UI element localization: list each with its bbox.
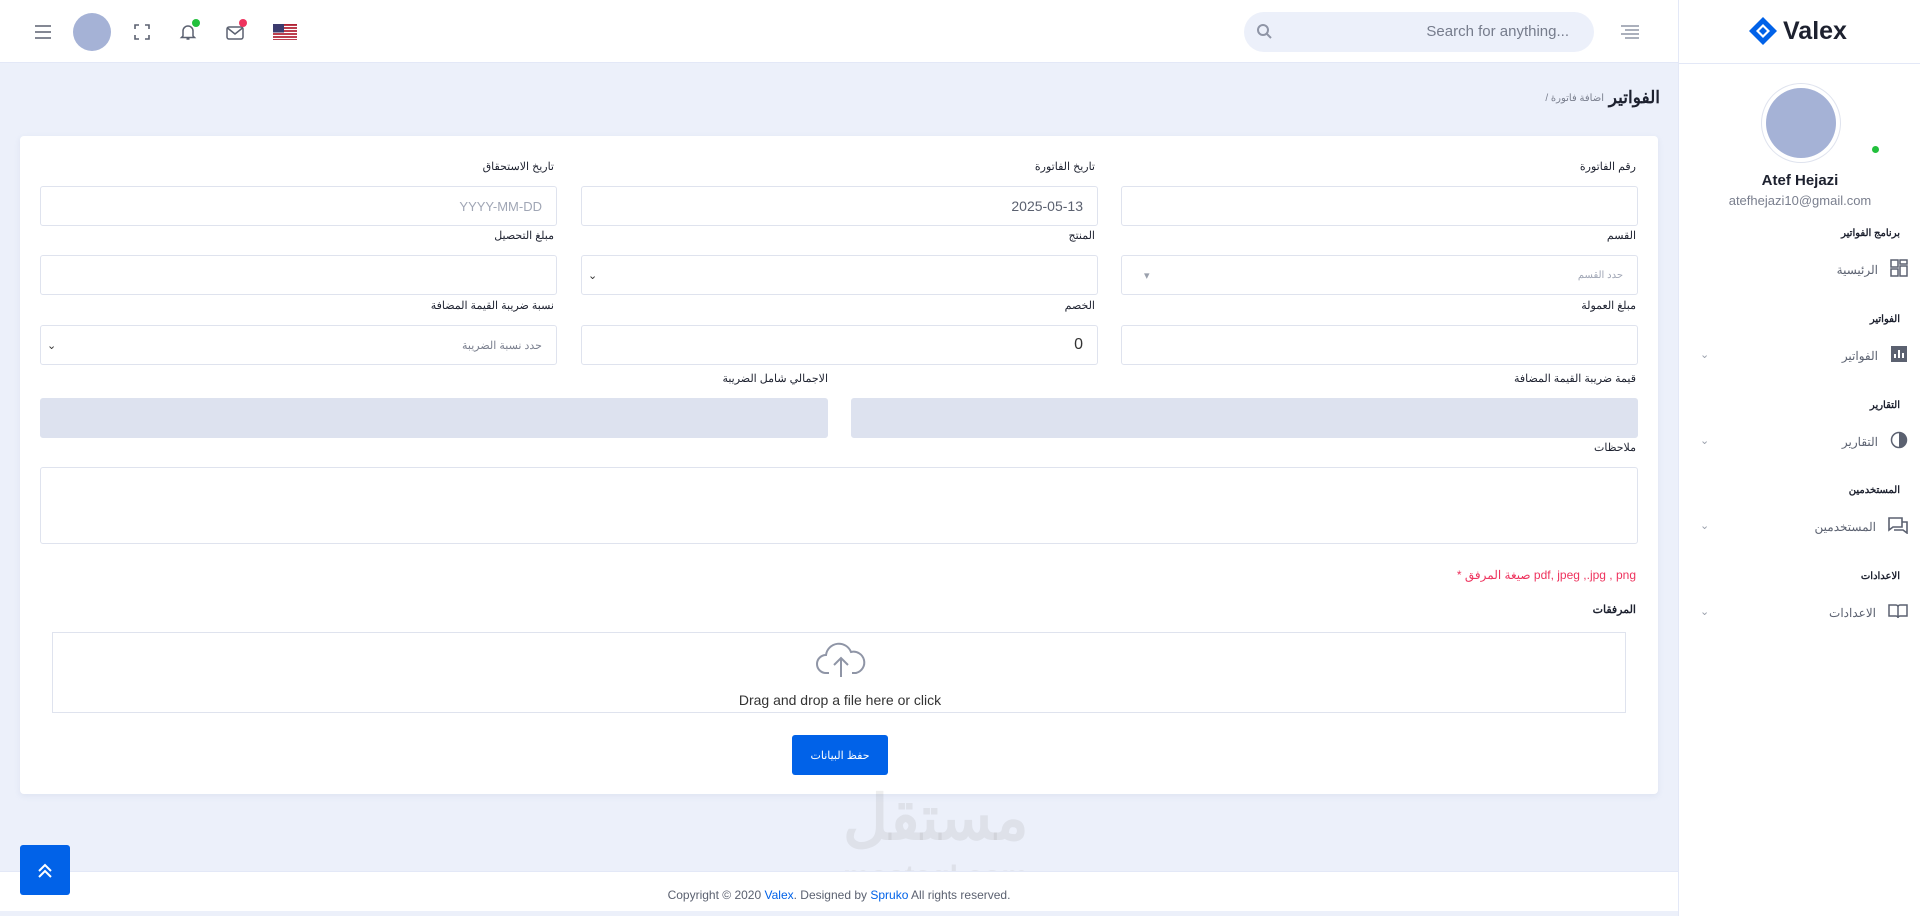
product-select[interactable]: ⌄ bbox=[581, 255, 1098, 295]
fullscreen-icon[interactable] bbox=[127, 17, 157, 47]
section-title-settings: الاعدادات bbox=[1860, 571, 1900, 582]
attachment-format-note: * صيغة المرفق pdf, jpeg ,.jpg , png bbox=[1456, 568, 1636, 582]
sidebar-item-reports[interactable]: ⌄ التقارير bbox=[1698, 429, 1908, 455]
bell-icon[interactable] bbox=[173, 17, 203, 47]
breadcrumb[interactable]: / اضافة فاتورة bbox=[1545, 93, 1604, 104]
sidebar-item-label: الاعدادات bbox=[1829, 606, 1876, 620]
divider bbox=[1679, 63, 1920, 64]
chevron-down-icon: ⌄ bbox=[1700, 349, 1710, 361]
book-icon bbox=[1888, 603, 1908, 624]
discount-label: الخصم bbox=[1064, 300, 1095, 312]
vat-rate-label: نسبة ضريبة القيمة المضافة bbox=[430, 300, 554, 312]
user-name: Atef Hejazi bbox=[1761, 172, 1839, 189]
vat-value-field bbox=[851, 398, 1638, 438]
section-label: القسم bbox=[1606, 230, 1636, 242]
product-label: المنتج bbox=[1068, 230, 1095, 242]
chevron-down-icon: ⌄ bbox=[1700, 606, 1710, 618]
valex-logo-icon bbox=[1749, 17, 1777, 45]
sidebar-item-users[interactable]: ⌄ المستخدمين bbox=[1698, 514, 1908, 540]
align-right-icon[interactable] bbox=[1615, 17, 1645, 47]
due-date-field[interactable]: YYYY-MM-DD bbox=[40, 186, 557, 226]
pie-chart-icon bbox=[1890, 431, 1908, 454]
user-email: atefhejazi10@gmail.com bbox=[1728, 193, 1872, 208]
cloud-upload-icon bbox=[815, 641, 867, 684]
avatar[interactable] bbox=[73, 13, 111, 51]
watermark-arabic: مستقل bbox=[843, 784, 1029, 853]
us-flag-icon[interactable] bbox=[270, 17, 300, 47]
invoice-number-field[interactable] bbox=[1121, 186, 1638, 226]
search-icon bbox=[1256, 23, 1272, 44]
collection-amount-label: مبلغ التحصيل bbox=[494, 230, 554, 242]
hamburger-icon[interactable] bbox=[28, 17, 58, 47]
due-date-label: تاريخ الاستحقاق bbox=[482, 161, 554, 173]
footer-brand-link[interactable]: Valex bbox=[764, 888, 793, 902]
top-header: Search for anything... bbox=[0, 0, 1678, 63]
commission-amount-label: مبلغ العمولة bbox=[1581, 300, 1636, 312]
caret-down-icon: ▾ bbox=[1144, 270, 1150, 282]
page-title: الفواتير bbox=[1608, 88, 1660, 107]
chart-bar-icon bbox=[1890, 345, 1908, 368]
footer-designer-link[interactable]: Spruko bbox=[870, 888, 908, 902]
mail-dot bbox=[239, 19, 247, 27]
file-dropzone[interactable]: Drag and drop a file here or click bbox=[52, 632, 1626, 713]
invoice-form-card: رقم الفاتورة تاريخ الفاتورة 2025-05-13 ت… bbox=[20, 136, 1658, 794]
sidebar: Valex Atef Hejazi atefhejazi10@gmail.com… bbox=[1678, 0, 1920, 916]
section-select[interactable]: ▾ حدد القسم bbox=[1121, 255, 1638, 295]
attachments-label: المرفقات bbox=[1592, 604, 1636, 616]
sidebar-item-home[interactable]: الرئيسية bbox=[1698, 257, 1908, 283]
chevron-down-icon: ⌄ bbox=[1700, 520, 1710, 532]
invoice-date-label: تاريخ الفاتورة bbox=[1034, 161, 1095, 173]
section-title-reports: التقارير bbox=[1869, 400, 1900, 411]
invoice-number-label: رقم الفاتورة bbox=[1579, 161, 1636, 173]
dashboard-icon bbox=[1890, 258, 1908, 282]
chat-icon bbox=[1888, 516, 1908, 539]
commission-amount-field[interactable] bbox=[1121, 325, 1638, 365]
notification-dot bbox=[192, 19, 200, 27]
vat-rate-select[interactable]: ⌄ حدد نسبة الضريبة bbox=[40, 325, 557, 365]
dropzone-text: Drag and drop a file here or click bbox=[738, 692, 942, 708]
section-title-invoices: الفواتير bbox=[1869, 314, 1900, 325]
online-status-dot bbox=[1870, 144, 1881, 155]
sidebar-item-label: المستخدمين bbox=[1814, 520, 1876, 534]
search-input[interactable]: Search for anything... bbox=[1244, 12, 1594, 52]
vat-value-label: قيمة ضريبة القيمة المضافة bbox=[1513, 373, 1636, 385]
due-date-placeholder: YYYY-MM-DD bbox=[459, 198, 542, 214]
mail-icon[interactable] bbox=[220, 17, 250, 47]
sidebar-item-label: الرئيسية bbox=[1836, 263, 1878, 277]
section-title-invoice-program: برنامج الفواتير bbox=[1841, 228, 1900, 239]
chevron-down-icon: ⌄ bbox=[1700, 435, 1710, 447]
invoice-date-field[interactable]: 2025-05-13 bbox=[581, 186, 1098, 226]
footer: Copyright © 2020 Valex. Designed by Spru… bbox=[0, 871, 1678, 911]
sidebar-item-label: الفواتير bbox=[1841, 349, 1878, 363]
double-chevron-up-icon bbox=[38, 863, 52, 878]
designed-by-text: . Designed by bbox=[793, 888, 871, 902]
sidebar-item-settings[interactable]: ⌄ الاعدادات bbox=[1698, 600, 1908, 626]
total-label: الاجمالي شامل الضريبة bbox=[722, 373, 828, 385]
copyright: Copyright © 2020 Valex. Designed by Spru… bbox=[0, 888, 1678, 902]
sidebar-item-label: التقارير bbox=[1841, 435, 1878, 449]
copyright-prefix: Copyright © 2020 bbox=[667, 888, 765, 902]
section-select-placeholder: حدد القسم bbox=[1577, 269, 1623, 281]
sidebar-item-invoices[interactable]: ⌄ الفواتير bbox=[1698, 343, 1908, 369]
logo[interactable]: Valex bbox=[1747, 14, 1847, 48]
chevron-down-icon: ⌄ bbox=[47, 340, 57, 352]
notes-textarea[interactable] bbox=[40, 467, 1638, 544]
chevron-down-icon: ⌄ bbox=[588, 270, 598, 282]
collection-amount-field[interactable] bbox=[40, 255, 557, 295]
rights-text: All rights reserved. bbox=[908, 888, 1011, 902]
back-to-top-button[interactable] bbox=[20, 845, 70, 895]
brand-name: Valex bbox=[1783, 16, 1847, 45]
save-button[interactable]: حفظ البيانات bbox=[792, 735, 888, 775]
profile-avatar[interactable] bbox=[1766, 88, 1881, 158]
discount-field[interactable]: 0 bbox=[581, 325, 1098, 365]
section-title-users: المستخدمين bbox=[1848, 485, 1900, 496]
notes-label: ملاحظات bbox=[1594, 442, 1636, 454]
total-field bbox=[40, 398, 828, 438]
vat-rate-placeholder: حدد نسبة الضريبة bbox=[462, 339, 542, 352]
search-placeholder: Search for anything... bbox=[1426, 23, 1569, 40]
